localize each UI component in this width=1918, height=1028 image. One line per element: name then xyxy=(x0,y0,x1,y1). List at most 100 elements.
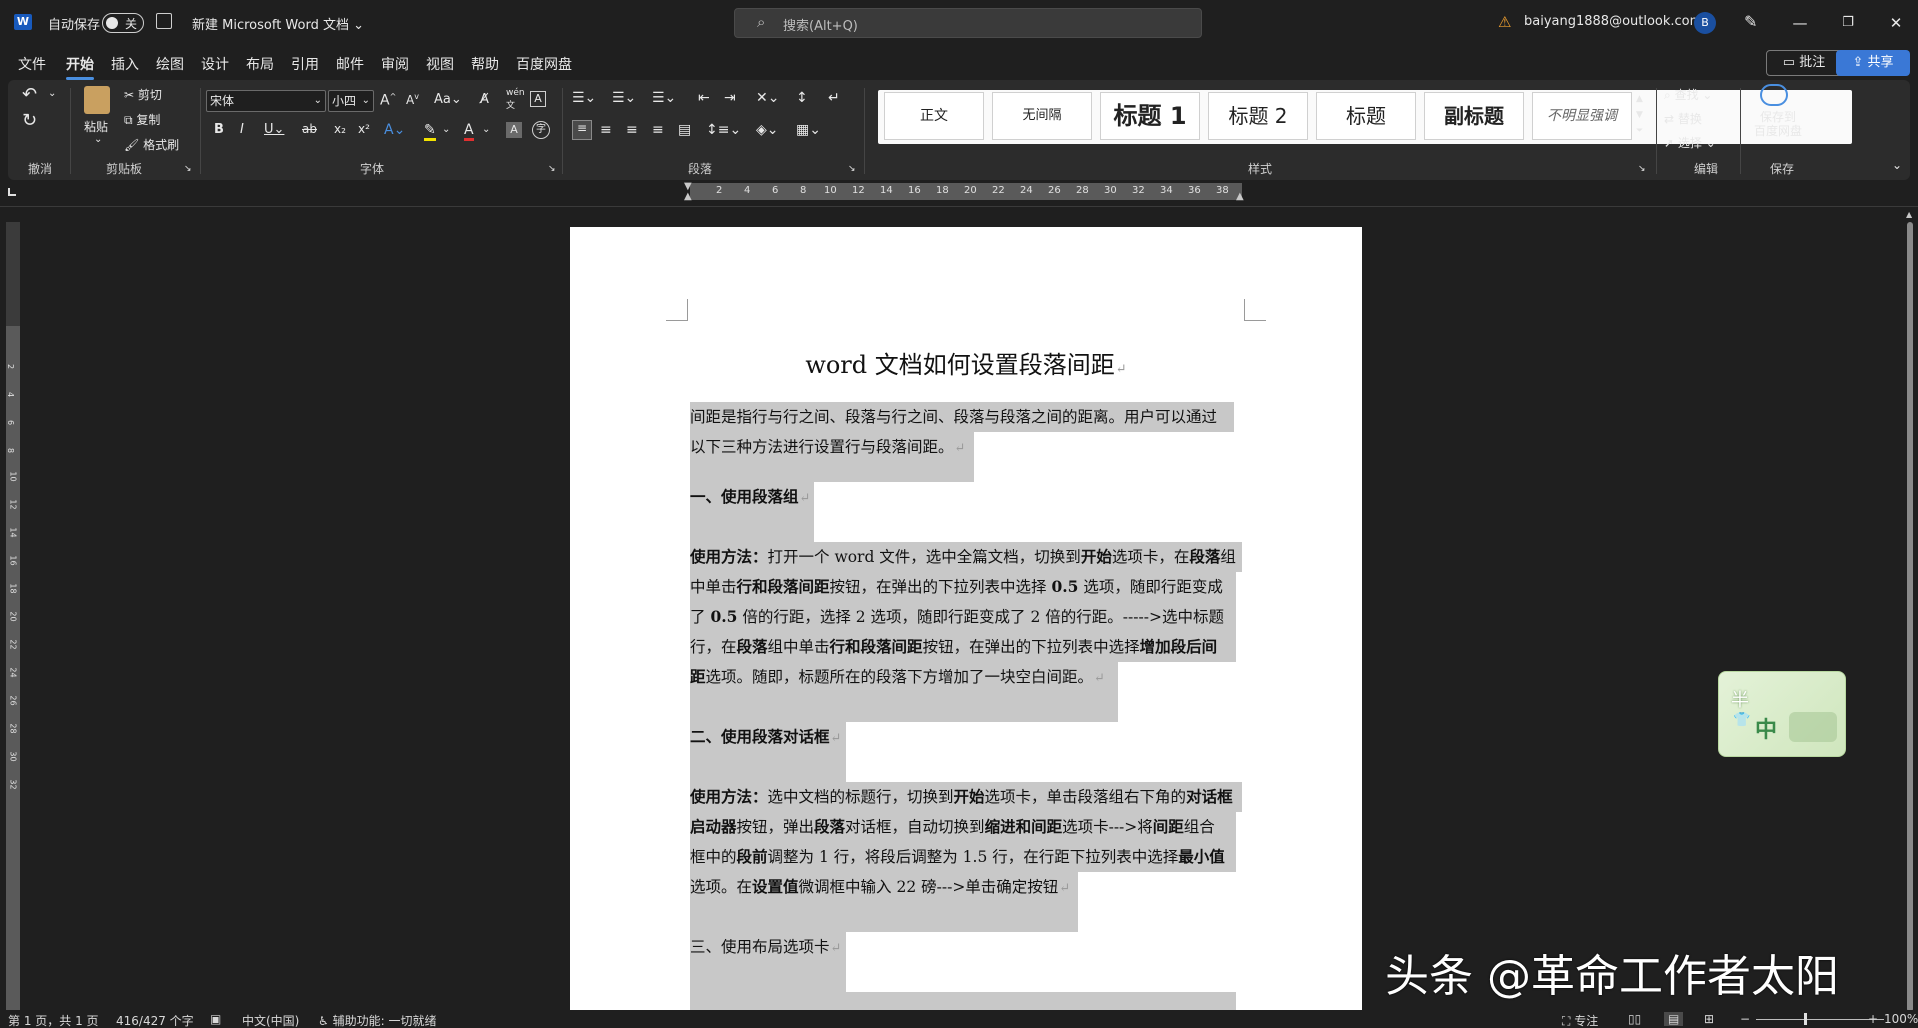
sort-icon[interactable]: ↕ xyxy=(796,90,808,106)
restore-icon[interactable]: ❐ xyxy=(1828,8,1868,38)
tab-draw[interactable]: 绘图 xyxy=(156,54,184,74)
horizontal-ruler[interactable]: ▼ ▲ ▲ 2 4 6 8 10 12 14 16 18 20 22 24 26… xyxy=(684,181,1244,202)
font-name-select[interactable]: 宋体 ⌄ xyxy=(206,90,326,112)
gallery-up-icon[interactable]: ▲ xyxy=(1636,94,1643,104)
undo-icon[interactable]: ↶ xyxy=(22,84,37,105)
multilevel-list-icon[interactable]: ☰⌄ xyxy=(652,90,676,106)
web-layout-icon[interactable]: ⊞ xyxy=(1704,1012,1714,1026)
dialog-launcher-icon[interactable]: ↘ xyxy=(184,164,192,174)
tab-design[interactable]: 设计 xyxy=(201,54,229,74)
paste-label[interactable]: 粘贴 xyxy=(84,118,108,135)
undo-dropdown-icon[interactable]: ⌄ xyxy=(48,88,56,99)
copy-button[interactable]: ⧉ 复制 xyxy=(124,111,160,128)
avatar[interactable]: B xyxy=(1694,12,1716,34)
baidu-cloud-icon[interactable] xyxy=(1760,84,1788,106)
paste-dropdown-icon[interactable]: ⌄ xyxy=(94,134,102,145)
read-mode-icon[interactable]: ▯▯ xyxy=(1628,1012,1641,1026)
dialog-launcher-icon[interactable]: ↘ xyxy=(1638,164,1646,174)
underline-icon[interactable]: U⌄ xyxy=(264,122,284,137)
change-case-icon[interactable]: Aa⌄ xyxy=(434,92,462,107)
warning-icon[interactable]: ⚠ xyxy=(1498,13,1511,31)
accessibility-status[interactable]: ♿ 辅助功能: 一切就绪 xyxy=(318,1012,436,1028)
bold-icon[interactable]: B xyxy=(214,122,224,137)
numbering-icon[interactable]: ☰⌄ xyxy=(612,90,636,106)
increase-indent-icon[interactable]: ⇥ xyxy=(724,90,736,106)
style-heading-1[interactable]: 标题 1 xyxy=(1100,92,1200,140)
gallery-more-icon[interactable]: ⏷ xyxy=(1636,126,1643,136)
replace-button[interactable]: ⇄ 替换 xyxy=(1664,110,1702,127)
vertical-ruler[interactable]: 2 4 6 8 10 12 14 16 18 20 22 24 26 28 30… xyxy=(6,222,20,1016)
shading-icon[interactable]: ◈⌄ xyxy=(756,122,779,138)
superscript-icon[interactable]: x² xyxy=(358,122,370,136)
phonetic-guide-icon[interactable]: wén 文 xyxy=(506,88,525,111)
proofing-icon[interactable]: ▣ xyxy=(210,1012,221,1026)
dialog-launcher-icon[interactable]: ↘ xyxy=(848,164,856,174)
autosave-toggle[interactable]: 关 xyxy=(102,13,144,33)
document-page[interactable]: word 文档如何设置段落间距↵ 间距是指行与行之间、段落与行之间、段落与段落之… xyxy=(570,227,1362,1017)
highlight-icon[interactable]: ✎ xyxy=(424,122,436,141)
tab-home[interactable]: 开始 xyxy=(66,54,94,80)
tab-insert[interactable]: 插入 xyxy=(111,54,139,74)
right-indent-icon[interactable]: ▲ xyxy=(1236,191,1244,202)
font-color-icon[interactable]: A xyxy=(464,122,474,141)
paste-icon[interactable] xyxy=(84,86,110,114)
grow-font-icon[interactable]: A^ xyxy=(380,92,396,109)
page-indicator[interactable]: 第 1 页，共 1 页 xyxy=(8,1012,99,1028)
floating-ime-widget[interactable]: 半 👕 中 xyxy=(1718,671,1846,757)
shrink-font-icon[interactable]: Av xyxy=(406,92,419,107)
zoom-slider[interactable] xyxy=(1756,1019,1884,1020)
dialog-launcher-icon[interactable]: ↘ xyxy=(548,164,556,174)
account-email[interactable]: baiyang1888@outlook.com xyxy=(1524,14,1702,29)
search-box[interactable]: ⌕ 搜索(Alt+Q) xyxy=(734,8,1202,38)
justify-icon[interactable]: ≡ xyxy=(652,122,664,138)
italic-icon[interactable]: I xyxy=(240,122,244,137)
language[interactable]: 中文(中国) xyxy=(242,1012,299,1028)
decrease-indent-icon[interactable]: ⇤ xyxy=(698,90,710,106)
share-button[interactable]: ⇪ 共享 xyxy=(1836,50,1910,76)
show-marks-icon[interactable]: ↵ xyxy=(828,90,840,106)
chinese-layout-icon[interactable]: ✕⌄ xyxy=(756,90,779,106)
character-shading-icon[interactable]: A xyxy=(506,122,522,138)
borders-icon[interactable]: ▦⌄ xyxy=(796,122,821,138)
tab-view[interactable]: 视图 xyxy=(426,54,454,74)
font-size-select[interactable]: 小四 ⌄ xyxy=(328,90,374,112)
style-normal[interactable]: 正文 xyxy=(884,92,984,140)
character-border-icon[interactable]: A xyxy=(530,91,546,107)
gallery-down-icon[interactable]: ▼ xyxy=(1636,110,1643,120)
select-button[interactable]: ➚ 选择 ⌄ xyxy=(1664,134,1716,151)
hanging-indent-icon[interactable]: ▲ xyxy=(684,191,692,202)
tab-help[interactable]: 帮助 xyxy=(471,54,499,74)
align-center-icon[interactable]: ≡ xyxy=(600,122,612,138)
chevron-down-icon[interactable]: ⌄ xyxy=(442,124,450,135)
save-to-baidu-button[interactable]: 保存到 百度网盘 xyxy=(1754,110,1802,138)
cut-button[interactable]: ✂ 剪切 xyxy=(124,86,162,103)
strikethrough-icon[interactable]: ab xyxy=(302,122,317,136)
style-heading-2[interactable]: 标题 2 xyxy=(1208,92,1308,140)
align-left-icon[interactable]: ≡ xyxy=(572,120,592,140)
style-subtitle[interactable]: 副标题 xyxy=(1424,92,1524,140)
comment-button[interactable]: ▭ 批注 xyxy=(1766,50,1842,76)
style-subtle-emphasis[interactable]: 不明显强调 xyxy=(1532,92,1632,140)
line-spacing-icon[interactable]: ↕≡⌄ xyxy=(706,122,741,138)
zoom-level[interactable]: 100% xyxy=(1884,1012,1918,1026)
tab-mailings[interactable]: 邮件 xyxy=(336,54,364,74)
text-effects-icon[interactable]: A⌄ xyxy=(384,122,405,138)
document-name[interactable]: 新建 Microsoft Word 文档 ⌄ xyxy=(192,14,364,33)
scrollbar-thumb[interactable] xyxy=(1907,222,1913,1012)
tab-review[interactable]: 审阅 xyxy=(381,54,409,74)
find-button[interactable]: ⌕ 查找 ⌄ xyxy=(1664,86,1712,103)
vertical-scrollbar[interactable]: ▲ xyxy=(1906,210,1914,1012)
zoom-slider-thumb[interactable] xyxy=(1804,1013,1807,1025)
subscript-icon[interactable]: x₂ xyxy=(334,122,346,136)
print-layout-icon[interactable]: ▤ xyxy=(1664,1012,1684,1026)
distributed-icon[interactable]: ▤ xyxy=(678,122,691,138)
minimize-icon[interactable]: — xyxy=(1780,8,1820,38)
chevron-down-icon[interactable]: ⌄ xyxy=(482,124,490,135)
zoom-in-icon[interactable]: + xyxy=(1868,1012,1878,1026)
style-no-spacing[interactable]: 无间隔 xyxy=(992,92,1092,140)
document-title[interactable]: word 文档如何设置段落间距↵ xyxy=(570,345,1362,380)
bullets-icon[interactable]: ☰⌄ xyxy=(572,90,596,106)
tab-baidu-netdisk[interactable]: 百度网盘 xyxy=(516,54,572,74)
align-right-icon[interactable]: ≡ xyxy=(626,122,638,138)
tab-layout[interactable]: 布局 xyxy=(246,54,274,74)
